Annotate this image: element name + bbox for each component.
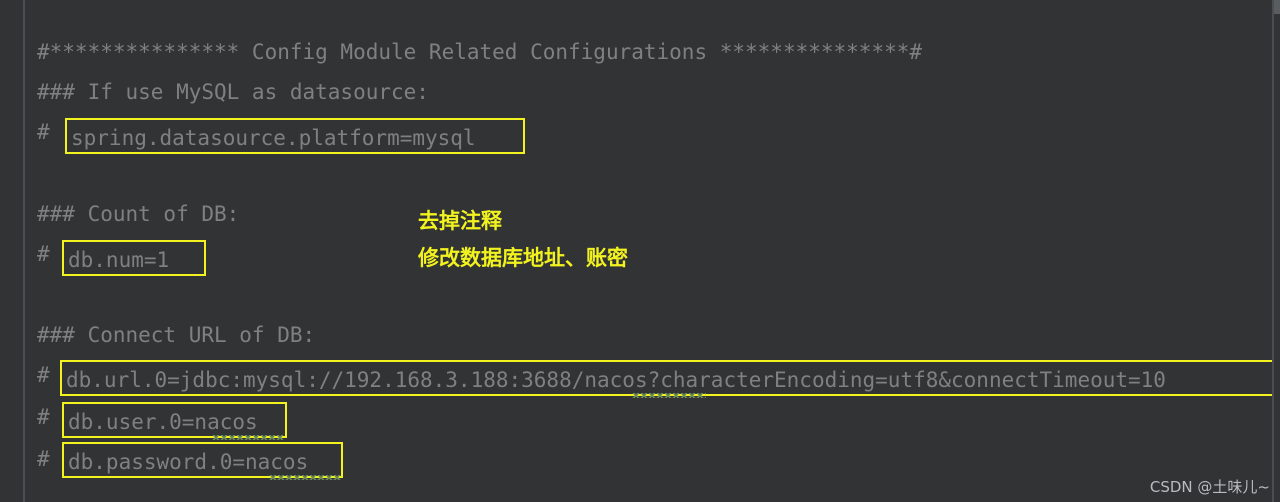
highlight-box-db-url-0[interactable]: db.url.0=jdbc:mysql://192.168.3.188:3688… <box>60 360 1280 398</box>
comment-hash-spring-datasource: # <box>37 120 50 144</box>
highlight-box-spring-datasource-platform[interactable]: spring.datasource.platform=mysql <box>65 118 525 154</box>
comment-hash-db-user: # <box>37 405 50 429</box>
code-editor-view: #*************** Config Module Related C… <box>0 0 1280 502</box>
highlight-box-db-user-0[interactable]: db.user.0=nacos <box>62 402 287 440</box>
scrollbar-track[interactable] <box>1274 0 1280 502</box>
code-text-db-num: db.num=1 <box>68 248 170 272</box>
code-line-banner: #*************** Config Module Related C… <box>37 40 923 64</box>
spellcheck-squiggle-icon-db-user <box>212 435 284 440</box>
comment-hash-db-num: # <box>37 242 50 266</box>
highlight-box-db-num[interactable]: db.num=1 <box>62 240 206 276</box>
spellcheck-squiggle-icon-db-url <box>632 393 706 398</box>
spellcheck-squiggle-icon-db-password <box>269 475 341 480</box>
code-content-area[interactable]: #*************** Config Module Related C… <box>25 0 1280 502</box>
highlight-box-db-password-0[interactable]: db.password.0=nacos <box>62 442 343 480</box>
code-line-if-use-mysql: ### If use MySQL as datasource: <box>37 80 429 104</box>
watermark-text: CSDN @土味儿~ <box>1149 478 1270 496</box>
comment-hash-db-password: # <box>37 447 50 471</box>
code-line-connect-url-of-db: ### Connect URL of DB: <box>37 323 316 347</box>
scrollbar-thumb[interactable] <box>1274 0 1280 14</box>
code-line-count-of-db: ### Count of DB: <box>37 202 240 226</box>
comment-hash-db-url: # <box>37 363 50 387</box>
code-text-db-url-0: db.url.0=jdbc:mysql://192.168.3.188:3688… <box>66 368 1166 392</box>
editor-gutter <box>0 0 23 502</box>
code-text-spring-datasource-platform: spring.datasource.platform=mysql <box>71 126 476 150</box>
annotation-remove-comments: 去掉注释 <box>418 209 502 233</box>
annotation-modify-db-address: 修改数据库地址、账密 <box>418 246 628 270</box>
